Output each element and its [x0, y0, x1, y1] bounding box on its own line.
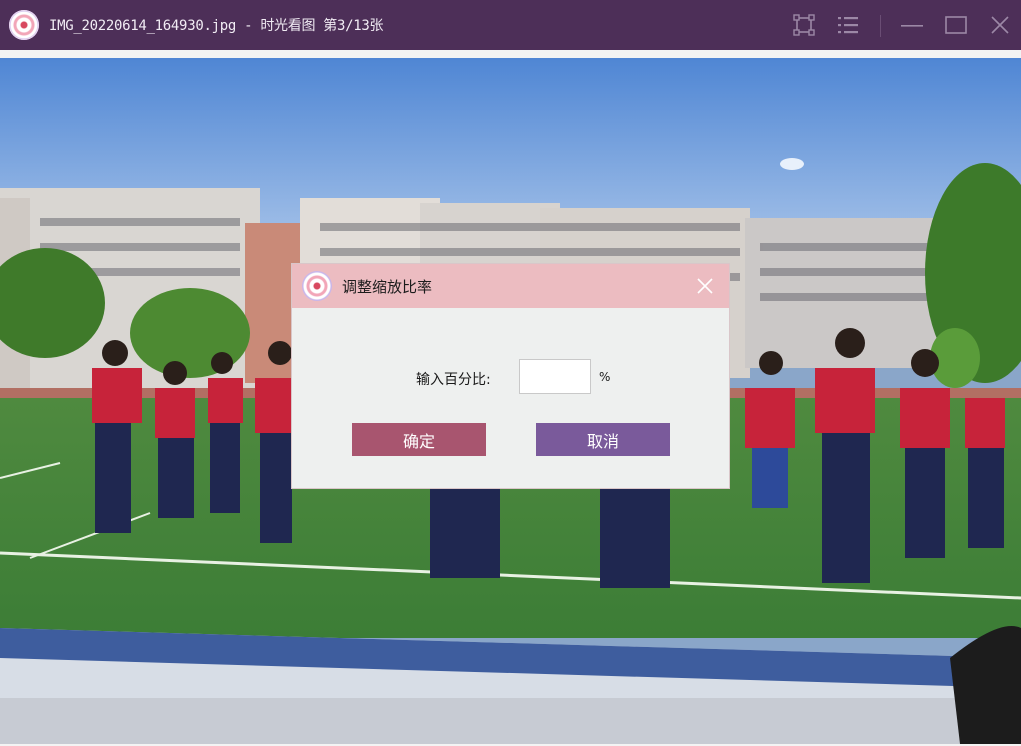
- fit-window-icon[interactable]: [792, 13, 816, 37]
- percent-unit: %: [599, 370, 611, 384]
- image-viewer[interactable]: 调整缩放比率 输入百分比: % 确定 取消: [0, 50, 1021, 746]
- dialog-header: 调整缩放比率: [292, 264, 729, 308]
- title-bar-divider: [880, 15, 881, 37]
- ok-button[interactable]: 确定: [352, 423, 486, 456]
- zoom-dialog: 调整缩放比率 输入百分比: % 确定 取消: [292, 264, 729, 488]
- list-menu-icon[interactable]: [836, 13, 860, 37]
- cancel-button[interactable]: 取消: [536, 423, 670, 456]
- close-icon[interactable]: [696, 277, 714, 295]
- percent-label: 输入百分比:: [416, 372, 491, 388]
- maximize-icon[interactable]: [944, 13, 968, 37]
- close-icon[interactable]: [988, 13, 1012, 37]
- app-logo-icon: [9, 10, 39, 40]
- title-bar: IMG_20220614_164930.jpg - 时光看图 第3/13张: [0, 0, 1021, 50]
- minimize-icon[interactable]: [900, 13, 924, 37]
- percent-input[interactable]: [519, 359, 591, 394]
- window-title: IMG_20220614_164930.jpg - 时光看图 第3/13张: [49, 18, 384, 34]
- dialog-title: 调整缩放比率: [342, 278, 433, 296]
- app-logo-icon: [302, 271, 332, 301]
